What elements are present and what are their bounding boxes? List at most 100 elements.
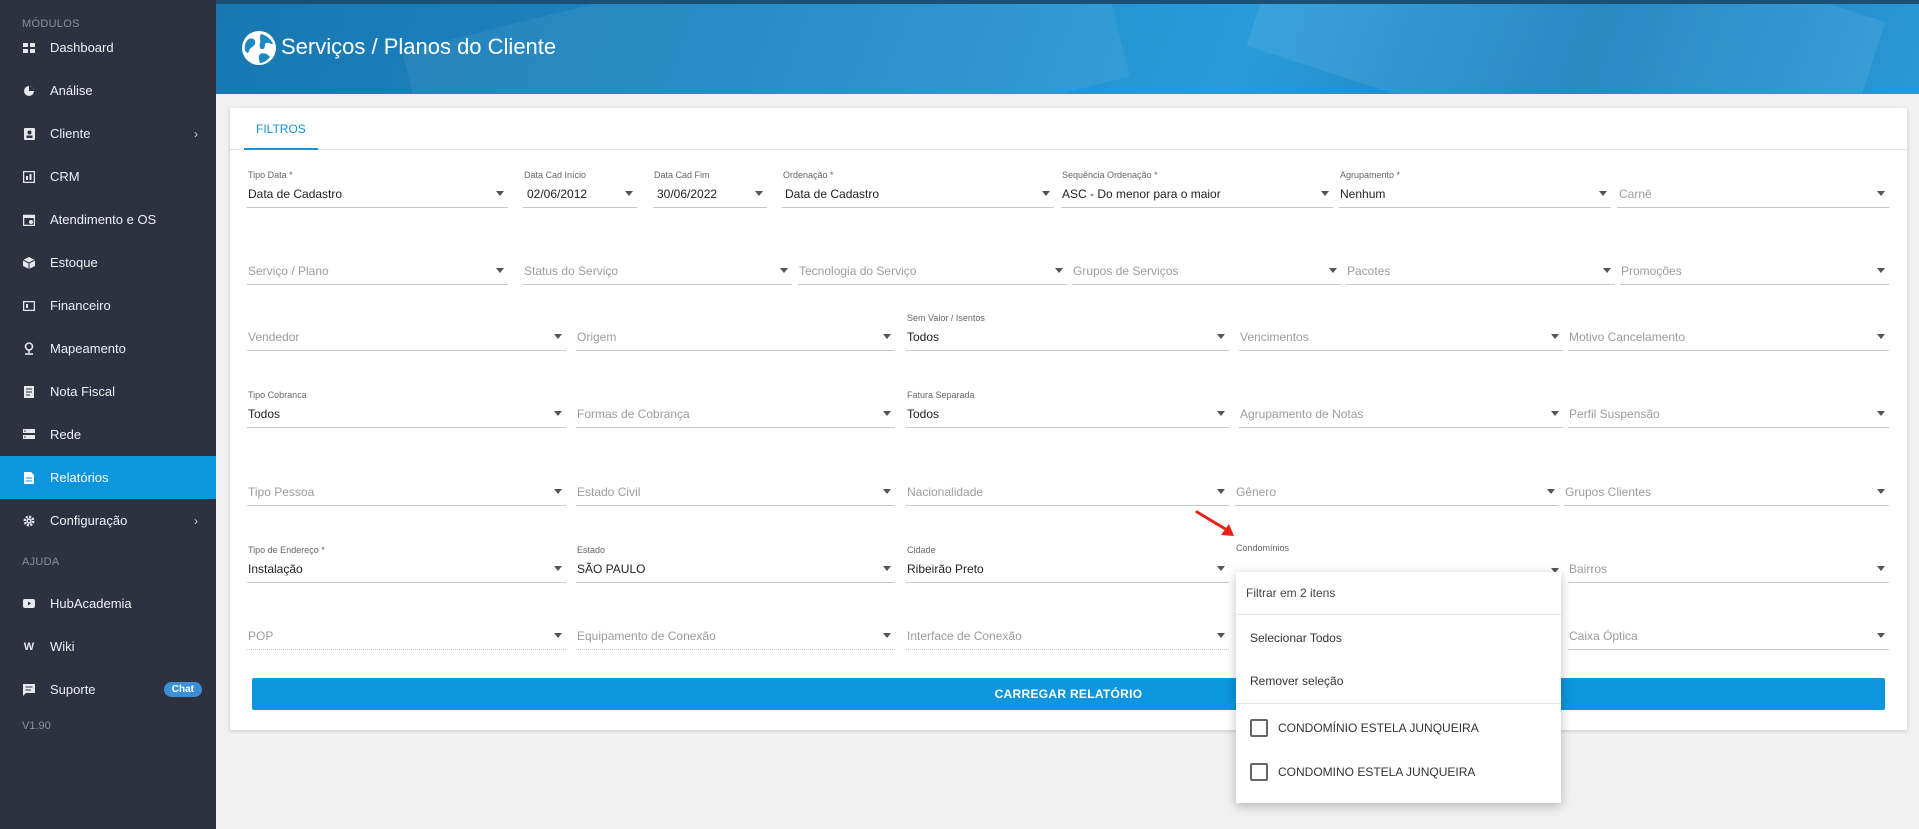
dropdown-arrow-icon <box>1551 334 1559 339</box>
sidebar-item-atendimento[interactable]: Atendimento e OS <box>0 198 216 241</box>
pop-select[interactable]: POP <box>247 612 566 650</box>
field-placeholder: Tecnologia do Serviço <box>799 264 917 278</box>
dropdown-arrow-icon <box>554 411 562 416</box>
sidebar-section-modules: MÓDULOS <box>22 18 80 30</box>
dropdown-arrow-icon <box>496 268 504 273</box>
field-value: Data de Cadastro <box>785 187 880 201</box>
estado-civil-select[interactable]: Estado Civil <box>576 468 895 506</box>
dropdown-arrow-icon <box>1877 191 1885 196</box>
estado-select[interactable]: Estado SÃO PAULO <box>576 545 895 583</box>
cidade-select[interactable]: Cidade Ribeirão Preto <box>906 545 1229 583</box>
sidebar-item-relatorios[interactable]: Relatórios <box>0 456 216 499</box>
page-title: Serviços / Planos do Cliente <box>281 34 557 59</box>
chevron-right-icon: › <box>194 514 198 528</box>
field-placeholder: Caixa Óptica <box>1569 629 1638 643</box>
sidebar-item-estoque[interactable]: Estoque <box>0 241 216 284</box>
data-cad-fim-field[interactable]: Data Cad Fim 30/06/2022 <box>653 170 767 208</box>
field-placeholder: Pacotes <box>1347 264 1391 278</box>
vencimentos-select[interactable]: Vencimentos <box>1239 313 1563 351</box>
sidebar-item-nota-fiscal[interactable]: Nota Fiscal <box>0 370 216 413</box>
status-servico-select[interactable]: Status do Serviço <box>523 247 792 285</box>
dashboard-icon <box>22 41 36 55</box>
interface-conexao-select[interactable]: Interface de Conexão <box>906 612 1229 650</box>
motivo-cancelamento-select[interactable]: Motivo Cancelamento <box>1568 313 1889 351</box>
dropdown-arrow-icon <box>1877 566 1885 571</box>
sidebar-item-label: Atendimento e OS <box>50 212 157 227</box>
grupos-clientes-select[interactable]: Grupos Clientes <box>1564 468 1889 506</box>
list-item[interactable]: CONDOMINO ESTELA JUNQUEIRA <box>1236 750 1561 794</box>
sidebar-item-cliente[interactable]: Cliente › <box>0 112 216 155</box>
money-icon <box>22 299 36 313</box>
checkbox[interactable] <box>1250 719 1268 737</box>
load-report-button[interactable]: CARREGAR RELATÓRIO <box>252 678 1885 710</box>
tecnologia-servico-select[interactable]: Tecnologia do Serviço <box>798 247 1067 285</box>
sidebar-item-label: Relatórios <box>50 470 109 485</box>
field-placeholder: Equipamento de Conexão <box>577 629 716 643</box>
field-label: Sem Valor / Isentos <box>907 313 985 323</box>
grupos-servicos-select[interactable]: Grupos de Serviços <box>1072 247 1341 285</box>
origem-select[interactable]: Origem <box>576 313 895 351</box>
fatura-separada-select[interactable]: Fatura Separada Todos <box>906 390 1229 428</box>
tipo-data-select[interactable]: Tipo Data * Data de Cadastro <box>247 170 508 208</box>
sidebar-item-suporte[interactable]: Suporte Chat <box>0 668 216 711</box>
bairros-select[interactable]: Bairros <box>1568 545 1889 583</box>
field-placeholder: Formas de Cobrança <box>577 407 690 421</box>
dropdown-filter-input[interactable]: Filtrar em 2 itens <box>1236 572 1561 615</box>
field-value: Todos <box>248 407 281 421</box>
remove-selection-option[interactable]: Remover seleção <box>1236 660 1561 703</box>
field-placeholder: Nacionalidade <box>907 485 984 499</box>
caixa-optica-select[interactable]: Caixa Óptica <box>1568 612 1889 650</box>
sidebar-item-hubacademia[interactable]: HubAcademia <box>0 582 216 625</box>
checkbox[interactable] <box>1250 763 1268 781</box>
servico-plano-select[interactable]: Serviço / Plano <box>247 247 508 285</box>
divider <box>1236 703 1561 704</box>
data-cad-inicio-field[interactable]: Data Cad Início 02/06/2012 <box>523 170 637 208</box>
sequencia-ordenacao-select[interactable]: Sequência Ordenação * ASC - Do menor par… <box>1061 170 1333 208</box>
carne-select[interactable]: Carnê <box>1617 170 1889 208</box>
dropdown-arrow-icon <box>780 268 788 273</box>
pacotes-select[interactable]: Pacotes <box>1346 247 1615 285</box>
agrupamento-notas-select[interactable]: Agrupamento de Notas <box>1239 390 1563 428</box>
vendedor-select[interactable]: Vendedor <box>247 313 566 351</box>
sidebar-item-wiki[interactable]: W Wiki <box>0 625 216 668</box>
sidebar-item-rede[interactable]: Rede <box>0 413 216 456</box>
nacionalidade-select[interactable]: Nacionalidade <box>906 468 1229 506</box>
crm-icon <box>22 170 36 184</box>
sidebar-section-help: AJUDA <box>22 556 60 568</box>
sidebar-item-label: Configuração <box>50 513 128 528</box>
tab-filtros[interactable]: FILTROS <box>244 108 318 150</box>
sidebar-item-configuracao[interactable]: Configuração › <box>0 499 216 542</box>
formas-cobranca-select[interactable]: Formas de Cobrança <box>576 390 895 428</box>
select-all-option[interactable]: Selecionar Todos <box>1236 617 1561 660</box>
agrupamento-select[interactable]: Agrupamento * Nenhum <box>1339 170 1611 208</box>
dropdown-arrow-icon <box>755 191 763 196</box>
sem-valor-isentos-select[interactable]: Sem Valor / Isentos Todos <box>906 313 1229 351</box>
tipo-cobranca-select[interactable]: Tipo Cobranca Todos <box>247 390 566 428</box>
chat-badge[interactable]: Chat <box>163 682 202 697</box>
genero-select[interactable]: Gênero <box>1235 468 1559 506</box>
dropdown-arrow-icon <box>883 334 891 339</box>
field-placeholder: Serviço / Plano <box>248 264 329 278</box>
dropdown-arrow-icon <box>496 191 504 196</box>
ordenacao-select[interactable]: Ordenação * Data de Cadastro <box>782 170 1054 208</box>
sidebar-item-analise[interactable]: Análise <box>0 69 216 112</box>
chevron-right-icon: › <box>194 127 198 141</box>
equipamento-conexao-select[interactable]: Equipamento de Conexão <box>576 612 895 650</box>
tipo-pessoa-select[interactable]: Tipo Pessoa <box>247 468 566 506</box>
sidebar-item-financeiro[interactable]: Financeiro <box>0 284 216 327</box>
sidebar-item-mapeamento[interactable]: Mapeamento <box>0 327 216 370</box>
field-placeholder: Origem <box>577 330 617 344</box>
field-label: Condomínios <box>1236 543 1290 553</box>
sidebar-item-crm[interactable]: CRM <box>0 155 216 198</box>
perfil-suspensao-select[interactable]: Perfil Suspensão <box>1568 390 1889 428</box>
field-placeholder: Vendedor <box>248 330 300 344</box>
dropdown-arrow-icon <box>1329 268 1337 273</box>
field-value: Todos <box>907 330 940 344</box>
sidebar-item-dashboard[interactable]: Dashboard <box>0 26 216 69</box>
list-item[interactable]: CONDOMÍNIO ESTELA JUNQUEIRA <box>1236 706 1561 750</box>
box-icon <box>22 256 36 270</box>
promocoes-select[interactable]: Promoções <box>1620 247 1889 285</box>
dropdown-arrow-icon <box>1217 334 1225 339</box>
field-label: Agrupamento * <box>1340 170 1401 180</box>
tipo-endereco-select[interactable]: Tipo de Endereço * Instalação <box>247 545 566 583</box>
